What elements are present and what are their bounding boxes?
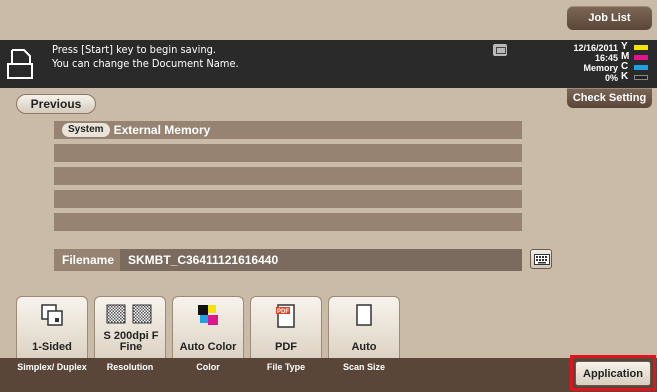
simplex-caption: Simplex/ Duplex	[17, 362, 87, 372]
scan-size-value: Auto	[351, 341, 377, 353]
toner-bar-cyan	[634, 64, 648, 70]
toner-bar-black	[634, 74, 648, 80]
keyboard-button[interactable]	[530, 249, 552, 269]
resolution-caption: Resolution	[106, 362, 154, 372]
date-display: 12/16/2011	[573, 43, 618, 53]
memory-label: Memory	[583, 63, 618, 73]
application-button[interactable]: Application	[575, 361, 651, 386]
instruction-message: Press [Start] key to begin saving. You c…	[52, 43, 239, 71]
filename-field[interactable]: SKMBT_C36411121616440	[120, 249, 522, 271]
resolution-value: S 200dpi F Fine	[103, 330, 159, 353]
tray-icon	[493, 44, 507, 56]
svg-text:PDF: PDF	[277, 309, 289, 315]
instruction-line-1: Press [Start] key to begin saving.	[52, 43, 217, 56]
document-save-icon	[7, 49, 33, 79]
time-display: 16:45	[594, 53, 618, 63]
system-badge: System	[62, 123, 110, 137]
file-type-tile[interactable]: PDF PDF	[250, 296, 322, 358]
color-caption: Color	[196, 362, 220, 372]
destination-row-empty	[54, 213, 522, 231]
job-list-button[interactable]: Job List	[567, 6, 652, 30]
toner-bar-yellow	[634, 44, 648, 50]
file-type-caption: File Type	[266, 362, 306, 372]
check-setting-button[interactable]: Check Setting	[567, 88, 652, 108]
message-bar: Press [Start] key to begin saving. You c…	[0, 40, 657, 88]
memory-value: 0%	[604, 73, 618, 83]
toner-bar-magenta	[634, 54, 648, 60]
toner-black: K	[621, 72, 653, 82]
file-type-value: PDF	[275, 341, 297, 353]
destination-row-empty	[54, 167, 522, 185]
filename-label: Filename	[54, 249, 120, 271]
keyboard-icon	[534, 254, 550, 265]
simplex-icon	[41, 304, 63, 326]
destination-list: System External Memory	[54, 121, 522, 236]
resolution-icon	[106, 304, 152, 324]
destination-row-selected[interactable]: System External Memory	[54, 121, 522, 139]
pdf-icon: PDF	[276, 304, 295, 328]
top-band	[0, 0, 657, 40]
destination-row-empty	[54, 190, 522, 208]
color-value: Auto Color	[179, 341, 237, 353]
resolution-tile[interactable]: S 200dpi F Fine	[94, 296, 166, 358]
scan-size-caption: Scan Size	[342, 362, 386, 372]
toner-levels: Y M C K	[621, 42, 653, 82]
simplex-value: 1-Sided	[32, 341, 72, 353]
color-icon	[198, 305, 218, 325]
scan-size-icon	[356, 304, 372, 326]
scan-size-tile[interactable]: Auto	[328, 296, 400, 358]
simplex-duplex-tile[interactable]: 1-Sided	[16, 296, 88, 358]
previous-button[interactable]: Previous	[16, 94, 96, 114]
instruction-line-2: You can change the Document Name.	[52, 57, 239, 70]
destination-row-empty	[54, 144, 522, 162]
color-tile[interactable]: Auto Color	[172, 296, 244, 358]
status-clock: 12/16/2011 16:45 Memory 0%	[554, 43, 618, 83]
destination-name: External Memory	[113, 123, 211, 137]
